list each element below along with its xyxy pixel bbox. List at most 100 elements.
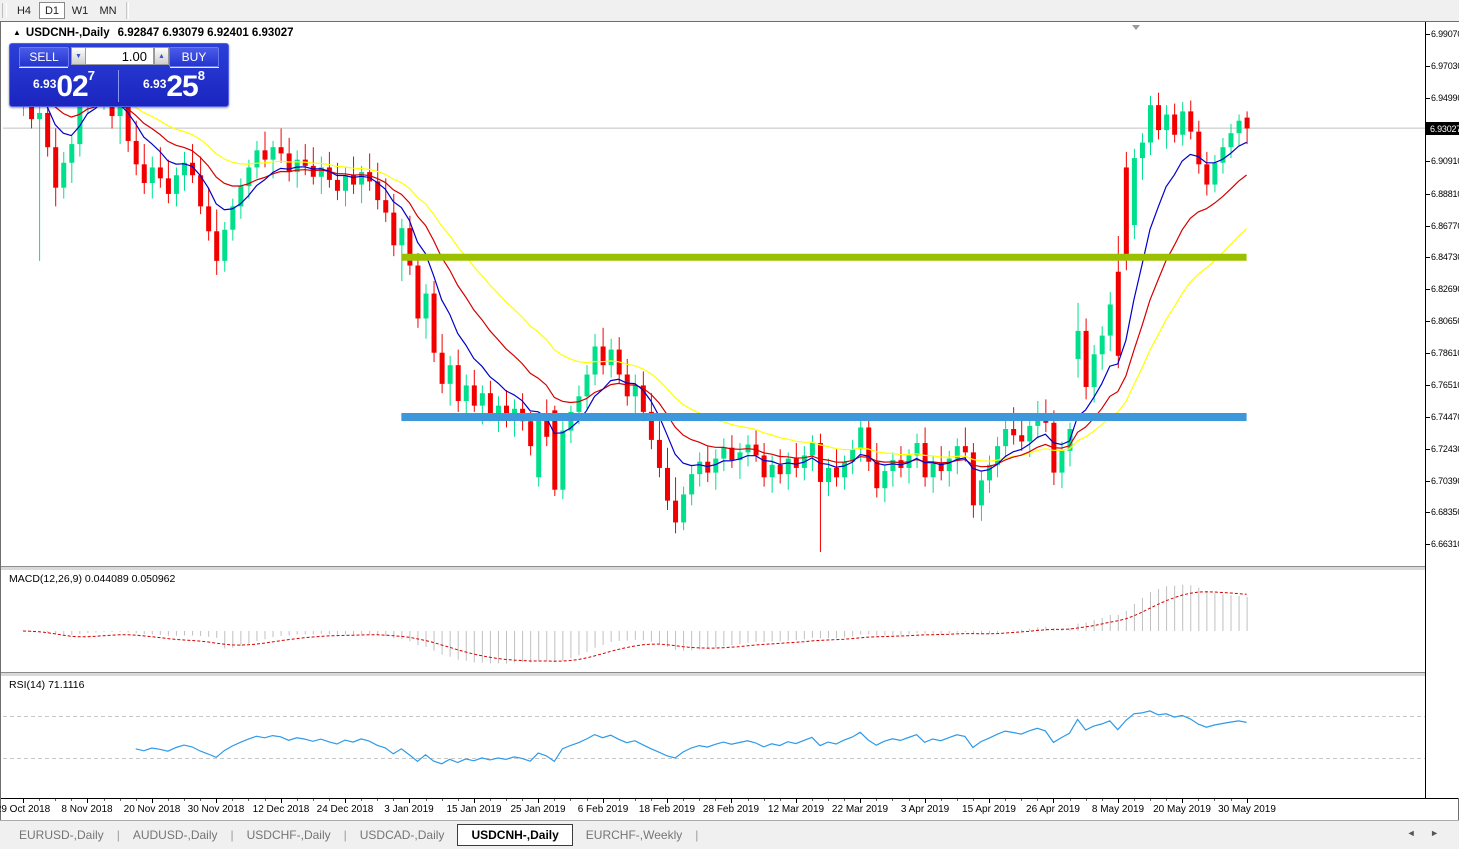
chart-tab-audusd-daily[interactable]: AUDUSD-,Daily (120, 824, 231, 846)
buy-price-display[interactable]: 6.93258 (120, 68, 228, 104)
date-minor-tick (490, 799, 491, 801)
sell-price-pip: 7 (87, 68, 95, 83)
date-label: 6 Feb 2019 (577, 804, 629, 815)
timeframe-button-w1[interactable]: W1 (67, 2, 93, 19)
date-tick (1247, 799, 1248, 803)
volume-increase-button[interactable]: ▲ (154, 47, 169, 65)
date-tick (345, 799, 346, 803)
date-tick (87, 799, 88, 803)
chart-tab-eurusd-daily[interactable]: EURUSD-,Daily (6, 824, 117, 846)
price-tick (1426, 449, 1430, 450)
date-minor-tick (554, 799, 555, 801)
date-minor-tick (442, 799, 443, 801)
sell-button[interactable]: SELL (19, 47, 69, 67)
collapse-arrow-icon[interactable]: ▲ (13, 28, 21, 37)
volume-input[interactable] (85, 47, 154, 65)
date-minor-tick (55, 799, 56, 801)
date-minor-tick (136, 799, 137, 801)
volume-decrease-button[interactable]: ▼ (71, 47, 86, 65)
date-label: 15 Jan 2019 (446, 804, 502, 815)
date-label: 28 Feb 2019 (702, 804, 760, 815)
date-tick (1118, 799, 1119, 803)
price-tick-label: 6.78610 (1431, 348, 1459, 358)
price-tick-label: 6.94990 (1431, 93, 1459, 103)
macd-canvas[interactable] (3, 571, 1425, 672)
timeframe-button-d1[interactable]: D1 (39, 2, 65, 19)
date-minor-tick (587, 799, 588, 801)
date-label: 25 Jan 2019 (510, 804, 566, 815)
date-minor-tick (1070, 799, 1071, 801)
date-minor-tick (329, 799, 330, 801)
price-tick (1426, 289, 1430, 290)
date-minor-tick (71, 799, 72, 801)
date-minor-tick (635, 799, 636, 801)
date-minor-tick (1134, 799, 1135, 801)
date-minor-tick (1231, 799, 1232, 801)
date-tick (796, 799, 797, 803)
macd-label: MACD(12,26,9) 0.044089 0.050962 (9, 573, 176, 585)
tab-separator: | (695, 828, 699, 842)
date-minor-tick (683, 799, 684, 801)
date-label: 3 Apr 2019 (900, 804, 950, 815)
price-tick (1426, 226, 1430, 227)
date-minor-tick (1198, 799, 1199, 801)
price-tick (1426, 417, 1430, 418)
buy-price-prefix: 6.93 (143, 77, 167, 91)
date-minor-tick (200, 799, 201, 801)
date-tick (603, 799, 604, 803)
date-minor-tick (780, 799, 781, 801)
date-minor-tick (1150, 799, 1151, 801)
price-axis[interactable]: 6.93027 6.99070 6.97030 6.94990 6.90910 6.88… (1425, 22, 1459, 798)
chart-tab-usdcad-daily[interactable]: USDCAD-,Daily (347, 824, 458, 846)
price-tick-label: 6.84730 (1431, 252, 1459, 262)
date-minor-tick (812, 799, 813, 801)
sell-price-display[interactable]: 6.93027 (10, 68, 118, 104)
macd-histogram (31, 584, 1248, 664)
price-tick-label: 6.66310 (1431, 539, 1459, 549)
date-minor-tick (1102, 799, 1103, 801)
timeframe-button-h4[interactable]: H4 (11, 2, 37, 19)
date-tick (731, 799, 732, 803)
date-minor-tick (39, 799, 40, 801)
timeframe-button-mn[interactable]: MN (95, 2, 121, 19)
rsi-canvas[interactable] (3, 677, 1425, 797)
date-minor-tick (828, 799, 829, 801)
date-minor-tick (1086, 799, 1087, 801)
chart-tab-usdcnh-daily[interactable]: USDCNH-,Daily (457, 824, 573, 846)
chart-shift-marker-icon[interactable] (1132, 25, 1140, 30)
date-minor-tick (1037, 799, 1038, 801)
price-tick-label: 6.82690 (1431, 284, 1459, 294)
price-tick (1426, 98, 1430, 99)
date-minor-tick (265, 799, 266, 801)
date-label: 24 Dec 2018 (316, 804, 374, 815)
date-minor-tick (313, 799, 314, 801)
rsi-label: RSI(14) 71.1116 (9, 679, 85, 691)
price-tick (1426, 66, 1430, 67)
date-tick (409, 799, 410, 803)
price-tick (1426, 353, 1430, 354)
date-minor-tick (619, 799, 620, 801)
chart-tab-eurchf-weekly[interactable]: EURCHF-,Weekly (573, 824, 695, 846)
date-tick (281, 799, 282, 803)
date-label: 22 Mar 2019 (831, 804, 889, 815)
toolbar-grip-handle[interactable] (2, 3, 7, 18)
current-price-badge: 6.93027 (1426, 122, 1459, 135)
date-label: 30 May 2019 (1218, 804, 1276, 815)
date-label: 29 Oct 2018 (0, 804, 51, 815)
date-minor-tick (764, 799, 765, 801)
price-tick-label: 6.88810 (1431, 189, 1459, 199)
price-tick-label: 6.99070 (1431, 29, 1459, 39)
macd-signal-line (22, 591, 1247, 662)
date-axis[interactable]: 29 Oct 2018 8 Nov 2018 20 Nov 2018 30 Nov 2… (0, 798, 1458, 820)
date-minor-tick (973, 799, 974, 801)
date-minor-tick (1021, 799, 1022, 801)
tab-scroll-arrows[interactable]: ◄ ► (1407, 828, 1445, 838)
price-tick-label: 6.74470 (1431, 412, 1459, 422)
buy-button[interactable]: BUY (169, 47, 219, 67)
date-minor-tick (1166, 799, 1167, 801)
date-tick (989, 799, 990, 803)
buy-price-big: 25 (166, 70, 198, 103)
chart-tab-usdchf-daily[interactable]: USDCHF-,Daily (234, 824, 344, 846)
date-label: 8 May 2019 (1091, 804, 1145, 815)
price-tick-label: 6.68350 (1431, 507, 1459, 517)
